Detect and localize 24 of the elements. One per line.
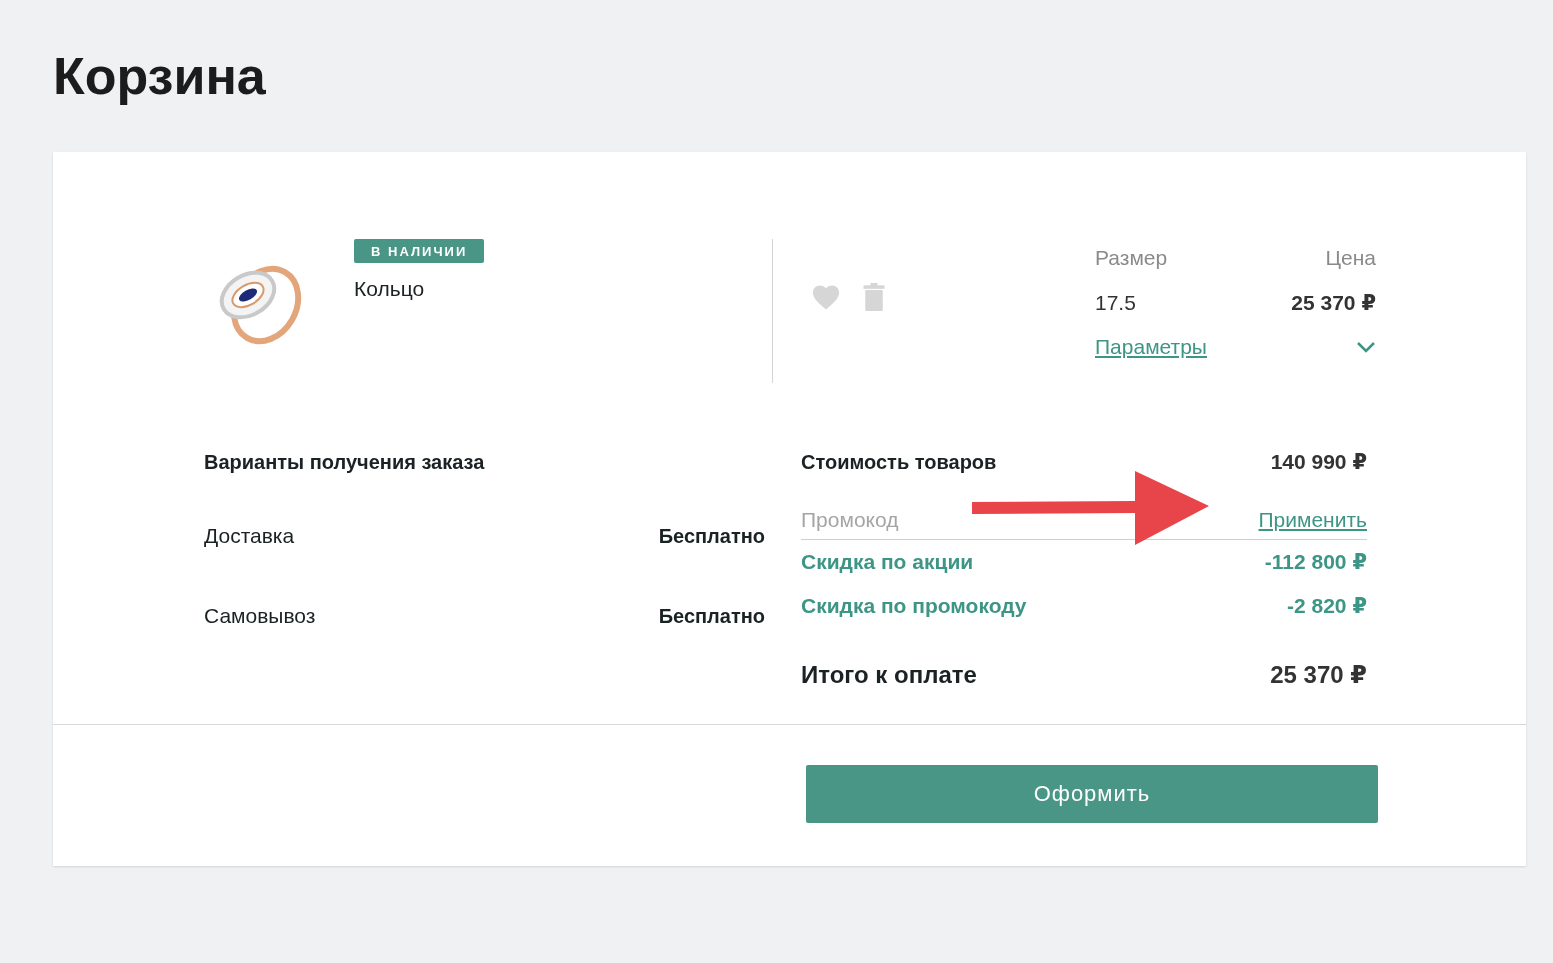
- product-name: Кольцо: [354, 277, 425, 301]
- page-title: Корзина: [53, 46, 267, 107]
- discount-label: Скидка по промокоду: [801, 594, 1027, 618]
- apply-link[interactable]: Применить: [1258, 508, 1367, 532]
- parameters-link[interactable]: Параметры: [1095, 335, 1207, 359]
- delivery-option[interactable]: Доставка: [204, 524, 295, 548]
- delivery-option[interactable]: Самовывоз: [204, 604, 316, 628]
- size-label: Размер: [1095, 245, 1169, 271]
- discount-label: Скидка по акции: [801, 550, 974, 574]
- goods-cost-label: Стоимость товаров: [801, 450, 997, 474]
- discount-value: -112 800 ₽: [1264, 550, 1367, 574]
- discount-value: -2 820 ₽: [1287, 594, 1367, 618]
- delivery-heading: Варианты получения заказа: [204, 450, 485, 474]
- size-value: 17.5: [1095, 291, 1137, 315]
- stock-badge: В НАЛИЧИИ: [354, 239, 485, 263]
- delivery-price: Бесплатно: [658, 524, 765, 548]
- delivery-price: Бесплатно: [658, 604, 765, 628]
- checkout-button[interactable]: Оформить: [806, 765, 1378, 823]
- goods-cost-value: 140 990 ₽: [1270, 450, 1367, 474]
- price-label: Цена: [1325, 245, 1376, 271]
- promo-code-field[interactable]: Промокод: [801, 508, 1101, 532]
- total-value: 25 370 ₽: [1270, 661, 1367, 689]
- total-label: Итого к оплате: [801, 661, 977, 689]
- price-value: 25 370 ₽: [1291, 291, 1376, 315]
